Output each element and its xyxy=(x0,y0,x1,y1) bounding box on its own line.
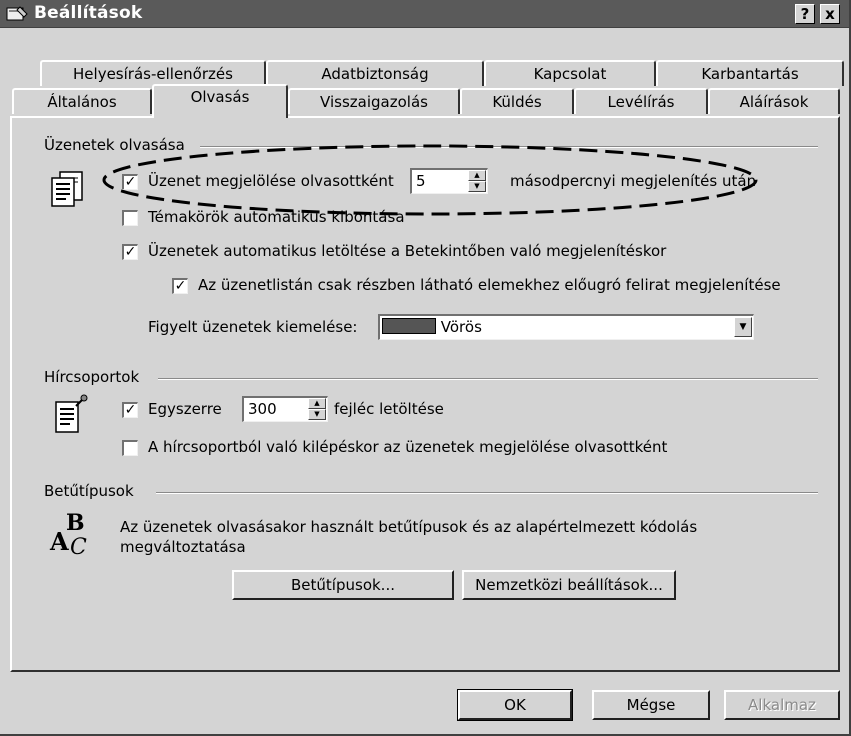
ok-button[interactable]: OK xyxy=(457,689,573,721)
title-bar[interactable]: Beállítások ? x xyxy=(0,0,849,28)
expand-threads-checkbox[interactable] xyxy=(122,210,138,226)
fonts-group-title: Betűtípusok xyxy=(44,482,134,500)
expand-threads-label: Témakörök automatikus kibontása xyxy=(148,208,405,226)
font-letters-icon: B A C xyxy=(49,510,87,558)
help-button[interactable]: ? xyxy=(795,4,815,24)
tab-spellcheck[interactable]: Helyesírás-ellenőrzés xyxy=(40,60,266,86)
tab-general[interactable]: Általános xyxy=(12,88,152,114)
highlight-color-select[interactable]: Vörös ▼ xyxy=(378,314,754,340)
headers-checkbox[interactable]: ✓ xyxy=(122,402,138,418)
highlight-color-value: Vörös xyxy=(440,318,482,336)
tooltips-label: Az üzenetlistán csak részben látható ele… xyxy=(198,276,781,294)
pinned-note-icon xyxy=(55,394,88,433)
svg-text:A: A xyxy=(49,527,69,556)
tab-reading[interactable]: Olvasás xyxy=(152,84,288,118)
headers-spinner[interactable]: ▲ ▼ xyxy=(308,398,326,420)
news-group-title: Hírcsoportok xyxy=(44,368,140,386)
cancel-button[interactable]: Mégse xyxy=(592,690,710,720)
headers-label-before: Egyszerre xyxy=(148,400,222,418)
document-icon xyxy=(51,171,83,207)
reading-tab-panel: Üzenetek olvasása ✓ Üzenet megjelölése o… xyxy=(10,116,840,672)
tab-connection[interactable]: Kapcsolat xyxy=(484,60,656,86)
settings-dialog: Beállítások ? x Helyesírás-ellenőrzés Ad… xyxy=(0,0,851,736)
tab-compose[interactable]: Levélírás xyxy=(574,88,708,114)
tab-receipts[interactable]: Visszaigazolás xyxy=(288,88,460,114)
fonts-button[interactable]: Betűtípusok... xyxy=(232,570,454,600)
tooltips-checkbox[interactable]: ✓ xyxy=(172,278,188,294)
spin-down-icon[interactable]: ▼ xyxy=(308,409,326,420)
chevron-down-icon[interactable]: ▼ xyxy=(734,317,752,337)
tab-signatures[interactable]: Aláírások xyxy=(708,88,840,114)
headers-label-after: fejléc letöltése xyxy=(334,400,444,418)
news-group-divider xyxy=(158,378,818,380)
spin-up-icon[interactable]: ▲ xyxy=(308,398,326,409)
mark-read-checkbox[interactable]: ✓ xyxy=(122,174,138,190)
mark-read-suffix: másodpercnyi megjelenítés után xyxy=(510,172,757,190)
window-title: Beállítások xyxy=(34,3,143,23)
color-swatch xyxy=(382,318,436,334)
tab-maintenance[interactable]: Karbantartás xyxy=(656,60,844,86)
fonts-group-divider xyxy=(156,492,818,494)
close-button[interactable]: x xyxy=(820,4,840,24)
mark-on-exit-label: A hírcsoportból való kilépéskor az üzene… xyxy=(148,438,668,456)
svg-text:C: C xyxy=(70,535,87,558)
settings-window-icon xyxy=(6,6,28,21)
svg-text:B: B xyxy=(66,510,85,536)
spin-up-icon[interactable]: ▲ xyxy=(468,170,486,181)
mark-read-label: Üzenet megjelölése olvasottként xyxy=(148,172,394,190)
auto-download-label: Üzenetek automatikus letöltése a Betekin… xyxy=(148,242,667,260)
highlight-label: Figyelt üzenetek kiemelése: xyxy=(148,318,358,336)
mark-on-exit-checkbox[interactable] xyxy=(122,440,138,456)
international-settings-button[interactable]: Nemzetközi beállítások... xyxy=(462,570,676,600)
apply-button[interactable]: Alkalmaz xyxy=(724,690,840,720)
tab-send[interactable]: Küldés xyxy=(460,88,574,114)
auto-download-checkbox[interactable]: ✓ xyxy=(122,244,138,260)
mark-read-spinner[interactable]: ▲ ▼ xyxy=(468,170,486,192)
fonts-description-line2: megváltoztatása xyxy=(120,538,246,556)
spin-down-icon[interactable]: ▼ xyxy=(468,181,486,192)
fonts-description-line1: Az üzenetek olvasásakor használt betűtíp… xyxy=(120,518,698,536)
tab-security[interactable]: Adatbiztonság xyxy=(266,60,484,86)
